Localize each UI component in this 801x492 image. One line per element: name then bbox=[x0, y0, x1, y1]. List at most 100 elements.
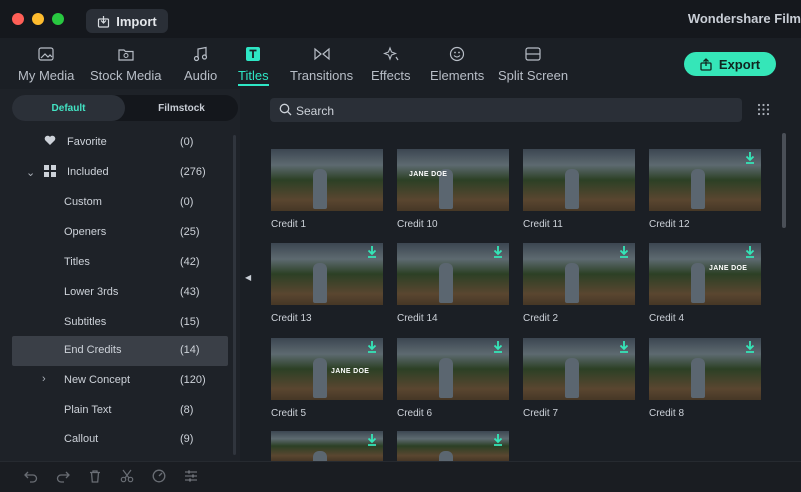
thumbnail-overlay-text: JANE DOE bbox=[709, 265, 748, 272]
category-end-credits[interactable]: End Credits (14) bbox=[12, 336, 228, 366]
title-card[interactable]: Credit 14 bbox=[397, 243, 509, 324]
tab-audio[interactable]: Audio bbox=[184, 44, 217, 88]
title-card-label: Credit 8 bbox=[649, 408, 685, 419]
tab-elements[interactable]: Elements bbox=[430, 44, 484, 88]
redo-icon[interactable] bbox=[56, 469, 70, 488]
thumbnail-figure bbox=[565, 169, 579, 209]
collapse-sidebar-icon[interactable]: ◀ bbox=[245, 273, 251, 282]
search-input[interactable] bbox=[294, 100, 728, 122]
download-icon[interactable] bbox=[619, 246, 629, 258]
title-card[interactable]: Credit 6 bbox=[397, 338, 509, 419]
scissors-icon[interactable] bbox=[120, 469, 134, 488]
tab-filmstock[interactable]: Filmstock bbox=[125, 95, 238, 121]
search-bar bbox=[270, 98, 742, 122]
tab-label: Split Screen bbox=[498, 68, 569, 83]
text-t-icon bbox=[245, 44, 261, 64]
thumbnail-overlay-text: JANE DOE bbox=[409, 171, 448, 178]
category-count: (9) bbox=[180, 433, 194, 445]
thumbnail-figure bbox=[565, 263, 579, 303]
title-card[interactable]: Credit 2 bbox=[523, 243, 635, 324]
adjust-icon[interactable] bbox=[184, 469, 198, 488]
download-icon[interactable] bbox=[367, 341, 377, 353]
category-count: (15) bbox=[180, 316, 200, 328]
category-name: Included bbox=[67, 166, 109, 178]
tab-default[interactable]: Default bbox=[12, 95, 125, 121]
speed-icon[interactable] bbox=[152, 469, 166, 488]
category-plain-text[interactable]: Plain Text (8) bbox=[12, 396, 228, 426]
timeline-toolbar bbox=[0, 461, 801, 492]
title-card-label: Credit 1 bbox=[271, 219, 307, 230]
title-card[interactable]: Credit 12 bbox=[649, 149, 761, 230]
title-card-label: Credit 4 bbox=[649, 313, 685, 324]
title-card[interactable]: JANE DOE Credit 5 bbox=[271, 338, 383, 419]
undo-icon[interactable] bbox=[24, 469, 38, 488]
content-scrollbar[interactable] bbox=[782, 133, 786, 228]
category-name: Callout bbox=[64, 433, 99, 445]
category-lower-3rds[interactable]: Lower 3rds (43) bbox=[12, 278, 228, 308]
download-icon[interactable] bbox=[493, 341, 503, 353]
export-icon bbox=[700, 57, 712, 71]
title-thumbnail bbox=[523, 338, 635, 400]
title-card[interactable]: Credit 1 bbox=[271, 149, 383, 230]
category-custom[interactable]: Custom (0) bbox=[12, 188, 228, 218]
tab-my-media[interactable]: My Media bbox=[18, 44, 74, 88]
title-card-label: Credit 12 bbox=[649, 219, 690, 230]
title-card[interactable] bbox=[271, 431, 383, 461]
title-card[interactable]: JANE DOE Credit 4 bbox=[649, 243, 761, 324]
category-subtitles[interactable]: Subtitles (15) bbox=[12, 308, 228, 338]
category-count: (0) bbox=[180, 196, 194, 208]
chevron-right-icon[interactable]: › bbox=[42, 373, 46, 385]
close-window-button[interactable] bbox=[12, 13, 24, 25]
download-icon[interactable] bbox=[367, 246, 377, 258]
title-card[interactable]: Credit 8 bbox=[649, 338, 761, 419]
title-card[interactable]: JANE DOE Credit 10 bbox=[397, 149, 509, 230]
sidebar-scrollbar[interactable] bbox=[233, 135, 236, 455]
category-titles[interactable]: Titles (42) bbox=[12, 248, 228, 278]
search-icon bbox=[279, 103, 292, 116]
title-card[interactable] bbox=[397, 431, 509, 461]
tab-stock-media[interactable]: Stock Media bbox=[90, 44, 162, 88]
download-icon[interactable] bbox=[745, 152, 755, 164]
category-name: End Credits bbox=[64, 344, 122, 356]
tab-transitions[interactable]: Transitions bbox=[290, 44, 353, 88]
category-included[interactable]: ⌄ Included (276) bbox=[12, 158, 228, 188]
category-name: Custom bbox=[64, 196, 102, 208]
thumbnail-figure bbox=[565, 358, 579, 398]
category-openers[interactable]: Openers (25) bbox=[12, 218, 228, 248]
media-toolbar: My Media Stock Media Audio Titles Transi… bbox=[0, 38, 801, 89]
category-count: (276) bbox=[180, 166, 206, 178]
category-callout[interactable]: Callout (9) bbox=[12, 425, 228, 455]
tab-titles[interactable]: Titles bbox=[238, 44, 269, 88]
zoom-window-button[interactable] bbox=[52, 13, 64, 25]
download-icon[interactable] bbox=[745, 246, 755, 258]
export-button[interactable]: Export bbox=[684, 52, 776, 76]
download-icon[interactable] bbox=[619, 341, 629, 353]
title-card-label: Credit 10 bbox=[397, 219, 438, 230]
tab-split-screen[interactable]: Split Screen bbox=[498, 44, 568, 88]
title-card[interactable]: Credit 11 bbox=[523, 149, 635, 230]
grid-view-icon[interactable] bbox=[757, 103, 770, 121]
tab-effects[interactable]: Effects bbox=[371, 44, 411, 88]
category-favorite[interactable]: Favorite (0) bbox=[12, 128, 228, 158]
library-segmented-control: Default Filmstock bbox=[12, 95, 238, 121]
download-icon[interactable] bbox=[745, 341, 755, 353]
category-count: (0) bbox=[180, 136, 194, 148]
category-name: Openers bbox=[64, 226, 107, 238]
minimize-window-button[interactable] bbox=[32, 13, 44, 25]
trash-icon[interactable] bbox=[88, 469, 102, 488]
category-new-concept[interactable]: › New Concept (120) bbox=[12, 366, 228, 396]
download-icon[interactable] bbox=[493, 434, 503, 446]
download-icon[interactable] bbox=[493, 246, 503, 258]
title-card[interactable]: Credit 13 bbox=[271, 243, 383, 324]
title-card-label: Credit 14 bbox=[397, 313, 438, 324]
music-note-icon bbox=[193, 44, 209, 64]
category-count: (8) bbox=[180, 404, 194, 416]
download-icon[interactable] bbox=[367, 434, 377, 446]
chevron-down-icon[interactable]: ⌄ bbox=[26, 166, 35, 179]
import-button[interactable]: Import bbox=[86, 9, 168, 33]
title-card[interactable]: Credit 7 bbox=[523, 338, 635, 419]
thumbnail-figure bbox=[313, 451, 327, 461]
title-thumbnail bbox=[397, 338, 509, 400]
thumbnail-figure bbox=[691, 358, 705, 398]
tab-label: Audio bbox=[184, 68, 218, 83]
